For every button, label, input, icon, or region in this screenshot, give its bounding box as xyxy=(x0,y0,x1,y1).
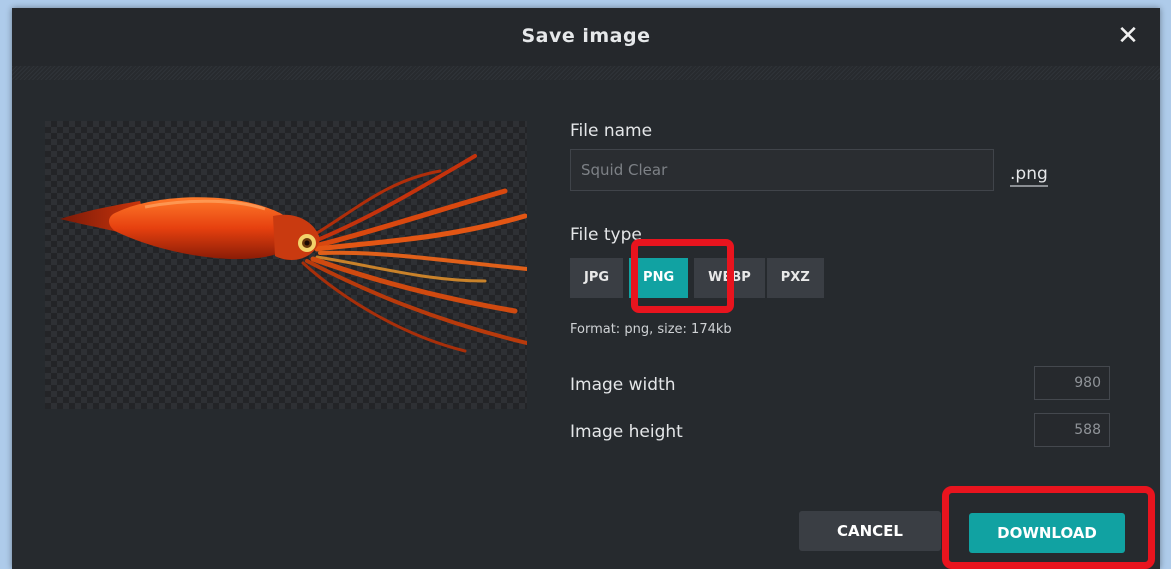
close-icon[interactable]: ✕ xyxy=(1114,20,1142,52)
image-height-label: Image height xyxy=(570,422,683,442)
image-preview xyxy=(45,121,527,409)
file-type-png-button[interactable]: PNG xyxy=(629,258,689,298)
dialog-title: Save image xyxy=(521,25,651,47)
image-height-input[interactable] xyxy=(1034,413,1110,447)
file-extension[interactable]: .png xyxy=(1010,164,1048,187)
cancel-button[interactable]: CANCEL xyxy=(799,511,941,551)
file-type-jpg-button[interactable]: JPG xyxy=(570,258,624,298)
file-name-label: File name xyxy=(570,121,653,141)
file-name-input[interactable] xyxy=(570,149,994,191)
save-image-dialog: Save image ✕ File name Squid Clear .png … xyxy=(12,8,1160,569)
image-width-label: Image width xyxy=(570,375,676,395)
dialog-titlebar: Save image ✕ xyxy=(12,8,1160,66)
image-width-input[interactable] xyxy=(1034,366,1110,400)
format-info: Format: png, size: 174kb xyxy=(570,322,732,337)
file-type-selector: JPG PNG WEBP PXZ xyxy=(570,258,824,298)
titlebar-divider xyxy=(12,66,1160,80)
download-button[interactable]: DOWNLOAD xyxy=(969,513,1125,553)
file-type-pxz-button[interactable]: PXZ xyxy=(766,258,824,298)
file-type-label: File type xyxy=(570,225,642,245)
file-type-webp-button[interactable]: WEBP xyxy=(694,258,765,298)
squid-image xyxy=(60,154,527,353)
